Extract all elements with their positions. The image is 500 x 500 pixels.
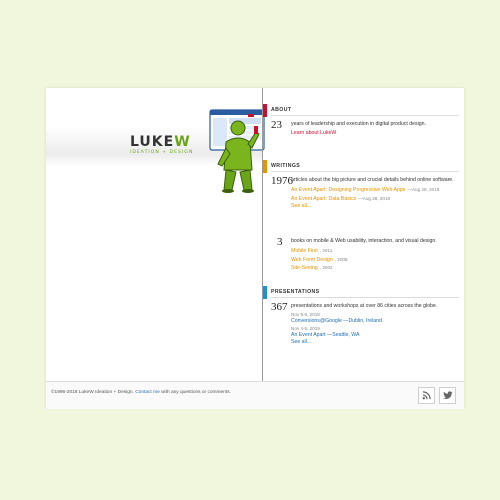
about-number: 23 [271,119,282,131]
article-date-2: —Aug 28, 2018 [358,195,391,201]
books-number: 3 [277,236,283,248]
presentation-link-1[interactable]: Conversions@Google —Dublin, Ireland [291,318,463,325]
writings-tab-marker [263,160,267,173]
article-date-1: —Aug 28, 2018 [407,187,440,193]
article-link-2[interactable]: An Event Apart: Data Basics —Aug 28, 2018 [291,195,463,203]
contact-me-link[interactable]: Contact me [135,390,160,395]
content-column: ABOUT 23 years of leadership and executi… [263,104,463,362]
writings-title: WRITINGS [271,163,301,169]
about-stat: 23 years of leadership and execution in … [271,120,463,160]
articles-number: 1976 [271,175,293,187]
rss-icon [422,391,431,400]
articles-description: articles about the big picture and cruci… [291,177,454,183]
book-link-mobile-first[interactable]: Mobile First, 2011 [291,247,463,255]
logo-wordmark: LUKEW [130,134,191,150]
twitter-icon [442,391,453,399]
presentations-header: PRESENTATIONS [263,286,463,299]
books-description: books on mobile & Web usability, interac… [291,238,437,244]
rss-button[interactable] [418,387,435,404]
learn-about-link[interactable]: Learn about LukeW [291,130,463,137]
footer: ©1996-2018 LukeW Ideation + Design. Cont… [46,381,464,409]
presentations-tab-marker [263,286,267,299]
book-link-site-seeing[interactable]: Site-Seeing, 2002 [291,264,463,272]
logo-tagline: IDEATION + DESIGN [130,150,194,155]
lukew-logo[interactable]: LUKEW IDEATION + DESIGN [130,135,194,155]
about-tab-marker [263,104,267,117]
twitter-button[interactable] [439,387,456,404]
book-link-web-form-design[interactable]: Web Form Design, 2008 [291,256,463,264]
presentations-number: 367 [271,301,288,313]
about-header: ABOUT [263,104,463,117]
article-link-1[interactable]: An Event Apart: Designing Progressive We… [291,186,463,194]
writings-header: WRITINGS [263,160,463,173]
presentations-title: PRESENTATIONS [271,289,320,295]
articles-stat: 1976 articles about the big picture and … [271,176,463,237]
presentation-link-2[interactable]: An Event Apart —Seattle, WA [291,332,463,339]
presentations-see-all-link[interactable]: See all... [291,339,463,346]
about-description: years of leadership and execution in dig… [291,121,426,127]
books-stat: 3 books on mobile & Web usability, inter… [271,237,463,286]
presentations-description: presentations and workshops at over 86 c… [291,303,438,309]
about-title: ABOUT [271,107,292,113]
main-card: LUKEW IDEATION + DESIGN ABOUT 23 years o… [46,88,464,409]
articles-see-all-link[interactable]: See all... [291,203,463,210]
presentations-stat: 367 presentations and workshops at over … [271,302,463,362]
footer-copyright: ©1996-2018 LukeW Ideation + Design. Cont… [51,390,231,395]
mascot-illustration [209,109,265,193]
